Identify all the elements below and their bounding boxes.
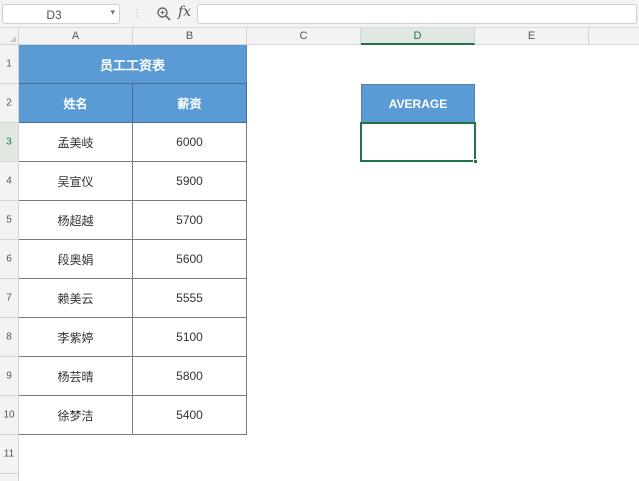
formula-input[interactable]	[197, 4, 637, 24]
cell-name[interactable]: 孟美岐	[19, 123, 133, 162]
cell-name[interactable]: 杨超越	[19, 201, 133, 240]
row-header-1[interactable]: 1	[0, 45, 19, 84]
cell-name[interactable]: 李紫婷	[19, 318, 133, 357]
column-header-a[interactable]: A	[19, 28, 133, 45]
row-header-4[interactable]: 4	[0, 162, 19, 201]
column-header-b[interactable]: B	[133, 28, 247, 45]
row-header-12[interactable]	[0, 474, 19, 481]
row-header-6[interactable]: 6	[0, 240, 19, 279]
row-header-8[interactable]: 8	[0, 318, 19, 357]
average-value-cell[interactable]	[360, 122, 476, 162]
cell-salary[interactable]: 5400	[133, 396, 247, 435]
column-header-d[interactable]: D	[361, 28, 475, 45]
select-all-corner[interactable]	[0, 28, 19, 45]
row-header-9[interactable]: 9	[0, 357, 19, 396]
formula-bar: D3 ▾ ⋮ fx	[0, 0, 639, 28]
cell-salary[interactable]: 5800	[133, 357, 247, 396]
cell-salary[interactable]: 5100	[133, 318, 247, 357]
fill-handle[interactable]	[473, 159, 478, 164]
cell-salary[interactable]: 5555	[133, 279, 247, 318]
name-box-value: D3	[46, 8, 62, 22]
column-header-f[interactable]	[589, 28, 639, 45]
cell-name[interactable]: 段奥娟	[19, 240, 133, 279]
table-title[interactable]: 员工工资表	[19, 45, 247, 84]
cell-name[interactable]: 徐梦洁	[19, 396, 133, 435]
cell-salary[interactable]: 5700	[133, 201, 247, 240]
row-header-5[interactable]: 5	[0, 201, 19, 240]
cell-salary[interactable]: 5900	[133, 162, 247, 201]
chevron-down-icon[interactable]: ▾	[110, 7, 115, 18]
row-header-11[interactable]: 11	[0, 435, 19, 474]
name-box[interactable]: D3 ▾	[2, 4, 120, 24]
separator-dots: ⋮	[132, 8, 142, 19]
header-salary[interactable]: 薪资	[133, 84, 247, 123]
column-header-c[interactable]: C	[247, 28, 361, 45]
row-header-2[interactable]: 2	[0, 84, 19, 123]
row-header-3[interactable]: 3	[0, 123, 19, 162]
cell-salary[interactable]: 6000	[133, 123, 247, 162]
cell-salary[interactable]: 5600	[133, 240, 247, 279]
row-header-10[interactable]: 10	[0, 396, 19, 435]
column-header-e[interactable]: E	[475, 28, 589, 45]
cell-name[interactable]: 赖美云	[19, 279, 133, 318]
header-name[interactable]: 姓名	[19, 84, 133, 123]
fx-icon[interactable]: fx	[178, 4, 191, 20]
row-header-7[interactable]: 7	[0, 279, 19, 318]
average-header[interactable]: AVERAGE	[361, 84, 475, 123]
zoom-icon[interactable]	[156, 6, 172, 22]
cell-name[interactable]: 吴宣仪	[19, 162, 133, 201]
cell-name[interactable]: 杨芸晴	[19, 357, 133, 396]
